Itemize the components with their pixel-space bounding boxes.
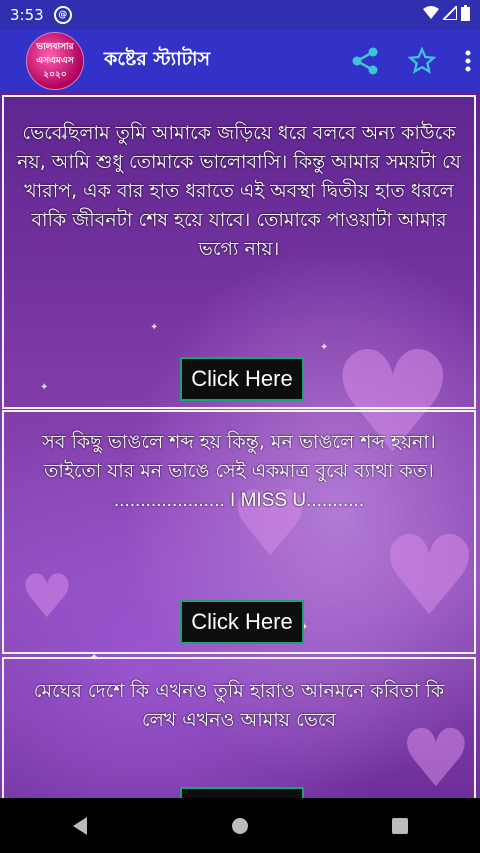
app-logo: ভালবাসার এসএমএস ২০২০ bbox=[26, 31, 84, 90]
status-card: ভেবেছিলাম তুমি আমাকে জড়িয়ে ধরে বলবে অন… bbox=[2, 95, 476, 409]
app-bar-actions bbox=[350, 29, 472, 92]
notification-icon: @ bbox=[53, 5, 72, 24]
signal-icon bbox=[443, 6, 457, 20]
status-text: সব কিছু ভাঙলে শব্দ হয় কিন্তু, মন ভাঙলে … bbox=[42, 431, 436, 482]
page-title: কষ্টের স্ট্যাটাস bbox=[104, 47, 211, 70]
more-options-icon[interactable] bbox=[464, 50, 472, 72]
battery-icon bbox=[461, 5, 470, 21]
status-extra-text: ..................... I MISS U..........… bbox=[113, 490, 365, 511]
recents-icon[interactable] bbox=[391, 817, 409, 835]
logo-line-3: ২০২০ bbox=[43, 69, 67, 80]
click-here-button[interactable]: Click Here bbox=[180, 787, 304, 798]
status-card: মেঘের দেশে কি এখনও তুমি হারাও আনমনে কবিত… bbox=[2, 657, 476, 798]
app-bar: ভালবাসার এসএমএস ২০২০ কষ্টের স্ট্যাটাস bbox=[0, 29, 480, 92]
status-bar: 3:53 @ bbox=[0, 0, 480, 29]
share-icon[interactable] bbox=[350, 46, 380, 76]
click-here-button[interactable]: Click Here bbox=[180, 357, 304, 401]
star-icon[interactable] bbox=[408, 46, 436, 75]
status-time: 3:53 bbox=[10, 5, 44, 24]
status-icons bbox=[423, 5, 470, 21]
logo-line-2: এসএমএস bbox=[36, 55, 74, 66]
status-list[interactable]: ♥ ♥ ♥ ♥ ♥ ✦ ✦ ✦ ✦ ✦ ✦ ✦ ভেবেছিলাম তুমি আ… bbox=[0, 92, 480, 798]
logo-line-1: ভালবাসার bbox=[36, 41, 74, 52]
status-text: ভেবেছিলাম তুমি আমাকে জড়িয়ে ধরে বলবে অন… bbox=[17, 122, 461, 260]
click-here-button[interactable]: Click Here bbox=[180, 600, 304, 644]
wifi-icon bbox=[423, 6, 439, 19]
status-text: মেঘের দেশে কি এখনও তুমি হারাও আনমনে কবিত… bbox=[33, 680, 445, 731]
back-icon[interactable] bbox=[71, 816, 89, 836]
navigation-bar bbox=[0, 798, 480, 853]
home-icon[interactable] bbox=[230, 816, 250, 836]
status-card: সব কিছু ভাঙলে শব্দ হয় কিন্তু, মন ভাঙলে … bbox=[2, 410, 476, 654]
